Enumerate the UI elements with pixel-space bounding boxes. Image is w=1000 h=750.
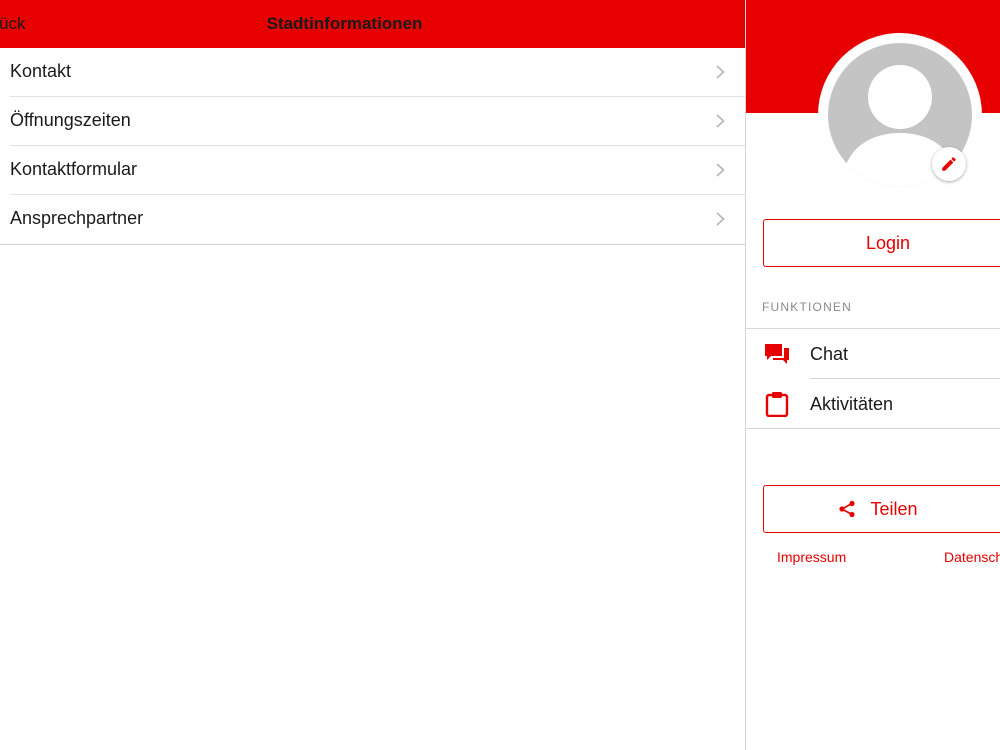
list-item-kontakt[interactable]: Kontakt [0,48,745,97]
datenschutz-link[interactable]: Datensch [944,549,1000,565]
info-list: Kontakt Öffnungszeiten Kontaktformular A… [0,48,745,245]
profile-panel: Login FUNKTIONEN Chat Aktivitäten Teilen… [746,0,1000,750]
list-item-label: Ansprechpartner [10,208,144,228]
impressum-link[interactable]: Impressum [777,549,846,565]
list-item-label: Kontaktformular [10,159,138,179]
chat-icon [765,344,789,364]
function-label: Aktivitäten [810,394,894,414]
back-button[interactable]: ück [0,0,25,48]
share-label: Teilen [870,499,918,519]
share-button[interactable]: Teilen [763,485,1000,533]
functions-list: Chat Aktivitäten [746,328,1000,429]
clipboard-icon [765,392,789,417]
list-item-oeffnungszeiten[interactable]: Öffnungszeiten [0,97,745,146]
main-panel: Stadtinformationen ück Kontakt Öffnungsz… [0,0,745,750]
edit-avatar-button[interactable] [932,147,966,181]
chevron-right-icon [716,163,725,177]
list-item-label: Kontakt [10,61,72,81]
function-item-chat[interactable]: Chat [746,329,1000,379]
section-label-funktionen: FUNKTIONEN [762,300,852,314]
pencil-icon [942,157,956,171]
login-button[interactable]: Login [763,219,1000,267]
share-button-content: Teilen [838,486,918,532]
share-icon [839,500,856,518]
list-item-label: Öffnungszeiten [10,110,131,130]
list-item-ansprechpartner[interactable]: Ansprechpartner [0,195,745,244]
chevron-right-icon [716,114,725,128]
function-item-aktivitaeten[interactable]: Aktivitäten [746,379,1000,429]
page-title: Stadtinformationen [266,14,423,33]
chevron-right-icon [716,65,725,79]
list-item-kontaktformular[interactable]: Kontaktformular [0,146,745,195]
chevron-right-icon [716,212,725,226]
navigation-bar: Stadtinformationen ück [0,0,745,48]
function-label: Chat [810,344,849,364]
